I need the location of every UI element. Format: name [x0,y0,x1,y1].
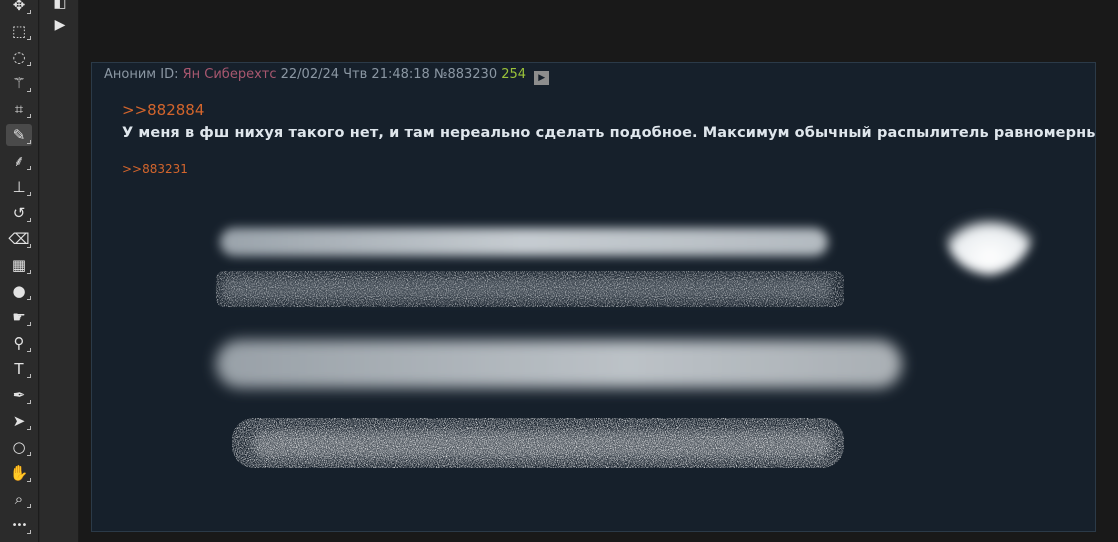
zoom-icon: ⌕ [14,490,24,508]
play-action-icon[interactable]: ▶ [50,16,70,34]
magic-wand-tool[interactable]: ⚚ [6,72,32,94]
dodge-tool[interactable]: ⚲ [6,332,32,354]
hand-icon: ✋ [9,464,29,482]
brush-icon: ✎ [12,126,26,144]
lasso-tool[interactable]: ◌ [6,46,32,68]
type-icon: T [14,360,24,378]
crop-icon: ⌗ [14,100,24,118]
ellipse-icon: ○ [12,438,26,456]
soft-stroke-2 [216,340,902,388]
zoom-tool[interactable]: ⌕ [6,488,32,510]
arrow-cursor-icon: ➤ [12,412,26,430]
pen-icon: ✒ [12,386,26,404]
crop-tool[interactable]: ⌗ [6,98,32,120]
eraser-tool[interactable]: ⌫ [6,228,32,250]
brush-tool[interactable]: ✎ [6,124,32,146]
history-brush-tool[interactable]: ↺ [6,202,32,224]
soft-stroke-1 [220,228,828,256]
tools-panel: ✥ ⬚ ◌ ⚚ ⌗ ✎ ⸙ ⊥ ↺ ⌫ ▦ ● ☛ ⚲ T ✒ ➤ ○ ✋ ⌕ ••• [0,0,39,542]
mixer-brush-icon: ⸙ [13,152,25,170]
pen-tool[interactable]: ✒ [6,384,32,406]
clone-stamp-tool[interactable]: ⊥ [6,176,32,198]
smudge-icon: ☛ [12,308,26,326]
magic-wand-icon: ⚚ [12,74,26,92]
stamp-icon: ⊥ [12,178,26,196]
more-icon: ••• [11,519,28,531]
panel-tabs-icon[interactable]: ◧ [50,0,70,12]
mixer-brush-tool[interactable]: ⸙ [6,150,32,172]
brush-strokes-image [216,203,1038,468]
blur-tool[interactable]: ● [6,280,32,302]
move-icon: ✥ [12,0,26,14]
path-selection-tool[interactable]: ➤ [6,410,32,432]
ellipse-tool[interactable]: ○ [6,436,32,458]
lasso-icon: ◌ [12,48,26,66]
dodge-icon: ⚲ [13,334,25,352]
hand-tool[interactable]: ✋ [6,462,32,484]
more-tools[interactable]: ••• [6,514,32,536]
soft-spot [942,203,1038,275]
smudge-tool[interactable]: ☛ [6,306,32,328]
move-tool[interactable]: ✥ [6,0,32,16]
type-tool[interactable]: T [6,358,32,380]
gradient-tool[interactable]: ▦ [6,254,32,276]
rect-marquee-icon: ⬚ [11,22,27,40]
panel-strip: ◧ ▶ [40,0,79,542]
imageboard-post: Аноним ID: Ян Сиберехтс 22/02/24 Чтв 21:… [91,62,1096,532]
gradient-icon: ▦ [11,256,27,274]
drop-icon: ● [12,282,26,300]
marquee-tool[interactable]: ⬚ [6,20,32,42]
history-brush-icon: ↺ [12,204,26,222]
